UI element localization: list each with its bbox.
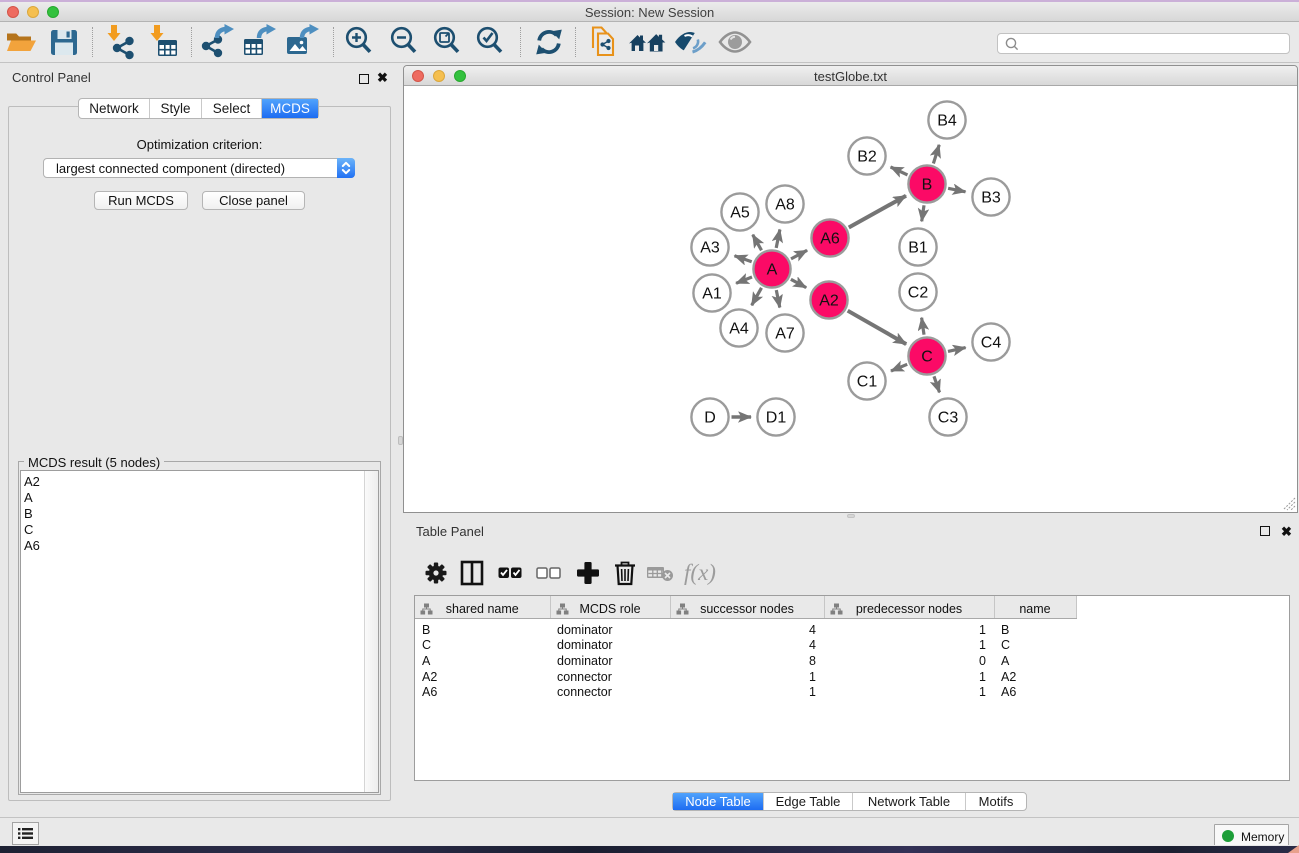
svg-text:C: C	[921, 349, 933, 366]
svg-text:A4: A4	[729, 321, 749, 338]
svg-text:B: B	[922, 177, 933, 194]
svg-text:B2: B2	[857, 149, 877, 166]
svg-text:C2: C2	[908, 285, 929, 302]
svg-text:A7: A7	[775, 326, 795, 343]
svg-text:C4: C4	[981, 335, 1002, 352]
svg-text:A2: A2	[819, 293, 839, 310]
svg-text:A8: A8	[775, 197, 795, 214]
svg-text:A6: A6	[820, 231, 840, 248]
svg-text:f(x): f(x)	[684, 560, 716, 585]
svg-text:C1: C1	[857, 374, 878, 391]
svg-text:A1: A1	[702, 286, 722, 303]
svg-text:B1: B1	[908, 240, 928, 257]
svg-text:D: D	[704, 410, 716, 427]
svg-text:D1: D1	[766, 410, 787, 427]
svg-text:B3: B3	[981, 190, 1001, 207]
svg-text:A3: A3	[700, 240, 720, 257]
svg-text:A: A	[767, 262, 778, 279]
svg-text:C3: C3	[938, 410, 959, 427]
svg-text:B4: B4	[937, 113, 957, 130]
svg-text:A5: A5	[730, 205, 750, 222]
